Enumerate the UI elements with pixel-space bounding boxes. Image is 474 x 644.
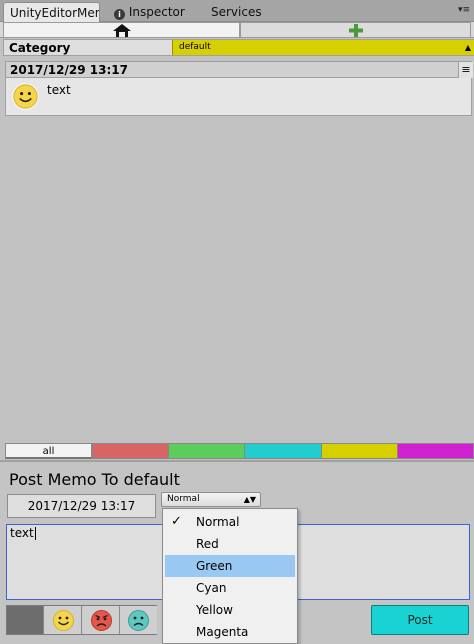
memo-text: text [47, 83, 71, 97]
color-dropdown-menu: ✓ Normal Red Green Cyan Yellow Magenta [162, 508, 298, 644]
category-value: default [179, 42, 211, 52]
category-select[interactable]: default ▲ [172, 40, 474, 55]
color-select-value: Normal [167, 494, 200, 504]
post-title: Post Memo To default [9, 470, 180, 489]
filter-green-button[interactable] [168, 443, 245, 459]
tab-bar: UnityEditorMem i Inspector Services ▾≡ [0, 0, 474, 23]
dropdown-arrow-icon: ▲ [464, 43, 471, 52]
category-row: Category default ▲ [3, 39, 474, 56]
post-date-field[interactable]: 2017/12/29 13:17 [7, 494, 156, 518]
happy-face-icon [11, 82, 40, 111]
text-caret [34, 527, 36, 540]
option-label: Yellow [196, 603, 233, 617]
color-option-cyan[interactable]: Cyan [163, 577, 297, 599]
face-none-button[interactable] [7, 606, 44, 634]
memo-menu-icon[interactable]: ≡ [458, 62, 473, 78]
color-option-green[interactable]: Green [165, 555, 295, 577]
checkmark-icon: ✓ [171, 514, 182, 529]
post-button[interactable]: Post [371, 605, 469, 635]
color-option-magenta[interactable]: Magenta [163, 621, 297, 643]
tab-inspector[interactable]: i Inspector [108, 2, 196, 22]
home-button[interactable] [3, 22, 240, 38]
toolbar [0, 22, 474, 38]
option-label: Red [196, 537, 219, 551]
color-option-normal[interactable]: ✓ Normal [163, 511, 297, 533]
face-sad-button[interactable] [120, 606, 157, 634]
home-icon [113, 24, 131, 37]
tab-services[interactable]: Services [205, 2, 275, 22]
face-angry-button[interactable] [83, 606, 120, 634]
face-happy-button[interactable] [45, 606, 82, 634]
tab-menu-icon[interactable]: ▾≡ [458, 3, 470, 17]
tab-label: Services [211, 5, 262, 19]
memo-body: text [5, 78, 472, 116]
filter-all-button[interactable]: all [5, 443, 92, 459]
plus-icon [349, 24, 363, 37]
sad-face-icon [128, 610, 149, 631]
filter-magenta-button[interactable] [397, 443, 474, 459]
tab-unity-editor-memo[interactable]: UnityEditorMem [3, 2, 100, 23]
tab-label: UnityEditorMem [10, 6, 100, 20]
dropdown-arrow-icon: ▲▼ [243, 495, 256, 504]
option-label: Green [196, 559, 233, 573]
color-option-red[interactable]: Red [163, 533, 297, 555]
filter-label: all [42, 446, 55, 457]
angry-face-icon [91, 610, 112, 631]
happy-face-icon [53, 610, 74, 631]
option-label: Magenta [196, 625, 249, 639]
option-label: Cyan [196, 581, 227, 595]
filter-cyan-button[interactable] [244, 443, 322, 459]
color-select[interactable]: Normal ▲▼ [161, 492, 261, 507]
tab-label: Inspector [128, 5, 185, 19]
option-label: Normal [196, 515, 240, 529]
face-selector [6, 605, 157, 635]
add-memo-button[interactable] [240, 22, 471, 38]
color-option-yellow[interactable]: Yellow [163, 599, 297, 621]
filter-red-button[interactable] [92, 443, 169, 459]
info-icon: i [114, 9, 125, 20]
memo-header: 2017/12/29 13:17 ≡ [5, 61, 473, 78]
memo-text-value: text [10, 526, 34, 540]
filter-yellow-button[interactable] [321, 443, 398, 459]
memo-date: 2017/12/29 13:17 [10, 63, 128, 77]
category-label: Category [9, 41, 71, 55]
